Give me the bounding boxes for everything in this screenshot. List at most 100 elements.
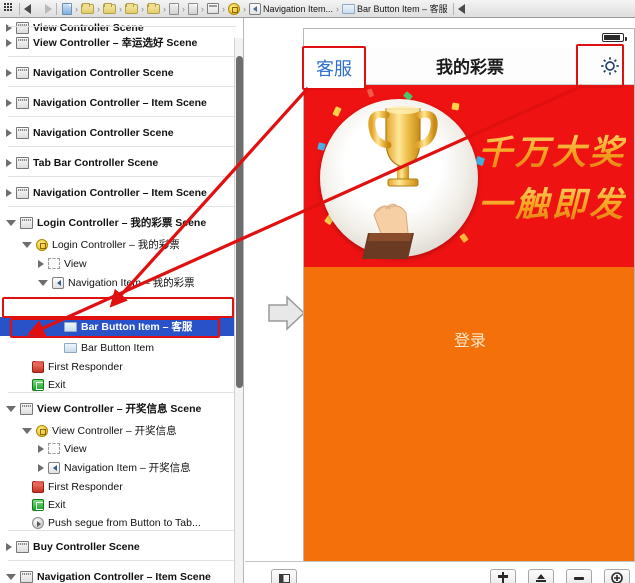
- first-responder-icon: [32, 480, 44, 493]
- disclosure-triangle-icon[interactable]: [6, 158, 12, 167]
- outline-row-kaijiang-first[interactable]: First Responder: [0, 477, 243, 496]
- outline-row-login-ctrl[interactable]: Login Controller – 我的彩票: [0, 235, 243, 254]
- outline-row-nav-item-scene-1[interactable]: Navigation Controller – Item Scene: [0, 93, 243, 112]
- outline-row-kaijiang-exit[interactable]: Exit: [0, 495, 243, 514]
- outline-row-login-first-resp[interactable]: First Responder: [0, 357, 243, 376]
- outline-row-nav-item-scene-2[interactable]: Navigation Controller – Item Scene: [0, 183, 243, 202]
- breadcrumb-bar-button-item[interactable]: Bar Button Item – 客服: [341, 2, 449, 15]
- outline-row-label: View: [64, 442, 87, 455]
- breadcrumb-storyboard-2[interactable]: [187, 2, 199, 15]
- disclosure-triangle-icon[interactable]: [6, 219, 16, 226]
- zoom-button[interactable]: [604, 569, 630, 583]
- view-controller-icon: [228, 2, 240, 15]
- login-controller-scene-preview[interactable]: 客服 我的彩票 千万大奖 一触即发 登录: [303, 28, 635, 574]
- outline-row-kaijiang-navitem[interactable]: Navigation Item – 开奖信息: [0, 458, 243, 477]
- scene-icon: [16, 36, 29, 49]
- outline-row-label: Buy Controller Scene: [33, 540, 140, 553]
- grid-icon[interactable]: [4, 3, 15, 14]
- outline-row-kaijiang-ctrl[interactable]: View Controller – 开奖信息: [0, 421, 243, 440]
- outline-row-label: View Controller – 开奖信息: [52, 425, 177, 437]
- breadcrumb-chevron: ›: [97, 3, 100, 14]
- outline-row-nav-scene-2[interactable]: Navigation Controller Scene: [0, 123, 243, 142]
- disclosure-triangle-icon[interactable]: [6, 573, 16, 580]
- canvas-bottom-toolbar[interactable]: [245, 561, 635, 583]
- navigation-item-icon: [249, 2, 261, 15]
- outline-icon: [278, 573, 290, 583]
- navigation-item-icon: [52, 276, 64, 289]
- outline-row-label: Navigation Controller Scene: [33, 66, 174, 79]
- disclosure-triangle-icon[interactable]: [22, 241, 32, 248]
- banner-line-2: 一触即发: [478, 177, 626, 226]
- jumpbar-divider-2: [56, 2, 57, 15]
- forward-arrow-icon[interactable]: [45, 3, 52, 14]
- outline-row-barbtn-kefu[interactable]: Bar Button Item – 客服: [0, 317, 243, 336]
- pin-button[interactable]: [528, 569, 554, 583]
- disclosure-triangle-icon[interactable]: [6, 128, 12, 137]
- jumpbar-divider-3: [452, 2, 454, 15]
- back-arrow-icon[interactable]: [24, 3, 31, 14]
- scene-icon: [16, 186, 29, 199]
- breadcrumb-folder-1[interactable]: [80, 2, 95, 14]
- disclosure-triangle-icon[interactable]: [22, 427, 32, 434]
- outline-row-label: Push segue from Button to Tab...: [48, 516, 201, 529]
- disclosure-triangle-icon[interactable]: [6, 405, 16, 412]
- breadcrumb-storyboard-1[interactable]: [168, 2, 180, 15]
- jump-bar[interactable]: › › › › › › › › › Navigation Item... › B…: [0, 0, 635, 18]
- outline-separator: [8, 116, 236, 117]
- disclosure-triangle-icon[interactable]: [6, 23, 12, 32]
- view-controller-icon: [36, 424, 48, 437]
- outline-row-login-view[interactable]: View: [0, 254, 243, 273]
- outline-row-nav-item-scene-3[interactable]: Navigation Controller – Item Scene: [0, 567, 243, 583]
- disclosure-triangle-icon[interactable]: [38, 259, 44, 268]
- outline-row-label: Navigation Controller – Item Scene: [33, 96, 207, 109]
- disclosure-triangle-icon[interactable]: [38, 279, 48, 286]
- outline-row-tabbar-scene[interactable]: Tab Bar Controller Scene: [0, 153, 243, 172]
- outline-row-label: First Responder: [48, 360, 123, 373]
- login-button-label[interactable]: 登录: [304, 327, 634, 351]
- gear-icon[interactable]: [598, 54, 622, 78]
- resolve-button[interactable]: [566, 569, 592, 583]
- outline-row-nav-scene-1[interactable]: Navigation Controller Scene: [0, 63, 243, 82]
- breadcrumb-view-controller[interactable]: [227, 2, 241, 15]
- document-outline-panel[interactable]: View Controller Scene View Controller – 幸…: [0, 18, 244, 583]
- bar-button-item-icon: [342, 3, 356, 14]
- breadcrumb-navigation-item[interactable]: Navigation Item...: [248, 2, 334, 15]
- outline-row-label: Navigation Controller Scene: [33, 126, 174, 139]
- outline-scrollbar-thumb[interactable]: [236, 56, 243, 388]
- storyboard-canvas[interactable]: 客服 我的彩票 千万大奖 一触即发 登录: [245, 18, 635, 583]
- document-outline-toggle[interactable]: [271, 569, 297, 583]
- breadcrumb-chevron: ›: [201, 3, 204, 14]
- align-icon: [498, 572, 508, 583]
- outline-row-label: Navigation Item – 我的彩票: [68, 277, 195, 289]
- outline-row-buy-scene[interactable]: Buy Controller Scene: [0, 537, 243, 556]
- breadcrumb-folder-4[interactable]: [146, 2, 161, 14]
- disclosure-triangle-icon[interactable]: [38, 444, 44, 453]
- breadcrumb-chevron: ›: [222, 3, 225, 14]
- breadcrumb-bar-button-item-label: Bar Button Item – 客服: [357, 4, 448, 14]
- outline-separator: [8, 56, 236, 57]
- breadcrumb-scene[interactable]: [206, 3, 220, 14]
- outline-row-login-scene[interactable]: Login Controller – 我的彩票 Scene: [0, 213, 243, 232]
- breadcrumb-folder-3[interactable]: [124, 2, 139, 14]
- project-file-icon: [62, 2, 72, 15]
- exit-icon: [32, 498, 44, 511]
- outline-row-barbtn-plain[interactable]: Bar Button Item: [0, 338, 243, 357]
- outline-row-kaijiang-view[interactable]: View: [0, 439, 243, 458]
- scene-icon: [20, 216, 33, 229]
- disclosure-triangle-icon[interactable]: [38, 463, 44, 472]
- disclosure-triangle-icon[interactable]: [6, 542, 12, 551]
- disclosure-triangle-icon[interactable]: [6, 38, 12, 47]
- align-button[interactable]: [490, 569, 516, 583]
- breadcrumb-chevron: ›: [75, 3, 78, 14]
- outline-separator: [8, 392, 236, 393]
- disclosure-triangle-icon[interactable]: [6, 188, 12, 197]
- outline-row-login-navitem[interactable]: Navigation Item – 我的彩票: [0, 273, 243, 292]
- disclosure-triangle-icon[interactable]: [6, 98, 12, 107]
- scene-icon: [16, 540, 29, 553]
- breadcrumb-project[interactable]: [61, 2, 73, 15]
- back-arrow-icon[interactable]: [457, 3, 465, 14]
- disclosure-triangle-icon[interactable]: [6, 68, 12, 77]
- outline-row-vc-scene-lucky[interactable]: View Controller – 幸运选好 Scene: [0, 33, 243, 52]
- outline-row-kaijiang-scene[interactable]: View Controller – 开奖信息 Scene: [0, 399, 243, 418]
- breadcrumb-folder-2[interactable]: [102, 2, 117, 14]
